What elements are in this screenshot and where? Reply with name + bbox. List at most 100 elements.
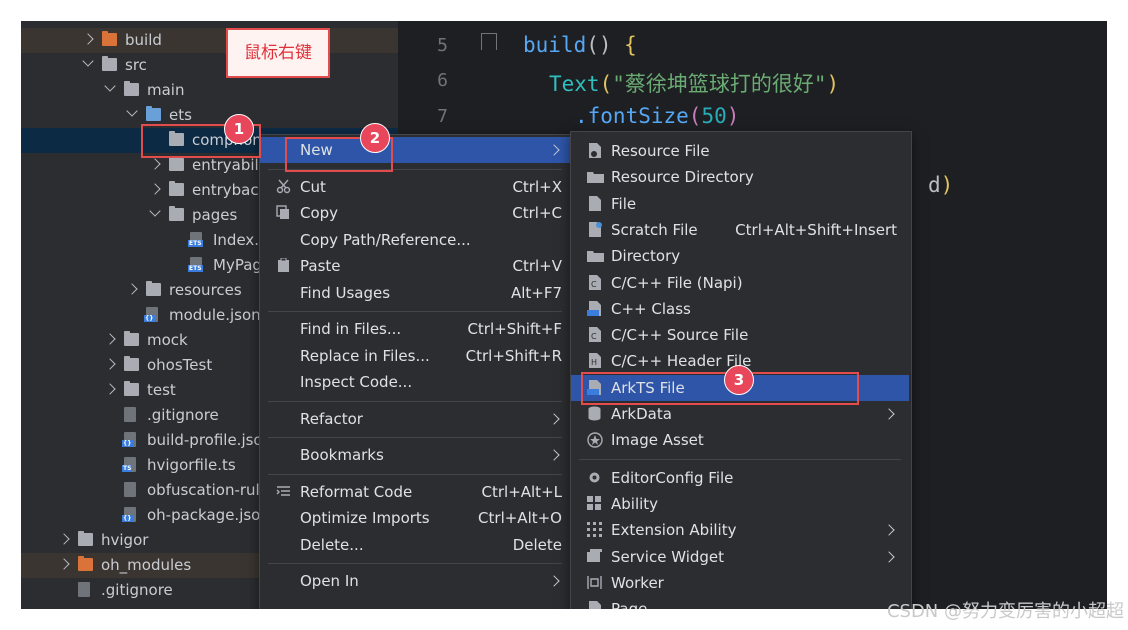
database-icon	[587, 406, 602, 421]
right-click-callout: 鼠标右键	[226, 28, 330, 78]
git-file-icon	[78, 582, 90, 597]
menu-item-delete[interactable]: Delete... Delete	[260, 532, 570, 558]
chevron-right-icon[interactable]	[149, 183, 161, 195]
chevron-right-icon	[548, 144, 560, 156]
menu-item-optimize-imports[interactable]: Optimize Imports Ctrl+Alt+O	[260, 505, 570, 531]
tree-item[interactable]: src	[21, 53, 398, 78]
menu-item-editorconfig-file[interactable]: EditorConfig File	[571, 465, 909, 491]
menu-separator	[268, 311, 562, 312]
menu-item-copy-path-reference[interactable]: Copy Path/Reference...	[260, 227, 570, 253]
menu-item-service-widget[interactable]: Service Widget	[571, 544, 909, 570]
chevron-right-icon[interactable]	[58, 558, 70, 570]
code-line: build() {	[523, 33, 637, 57]
tree-item[interactable]: build	[21, 28, 398, 53]
json-file-icon: {}	[122, 507, 136, 522]
menu-item-c-class[interactable]: C++ Class	[571, 296, 909, 322]
folder-icon	[124, 81, 139, 96]
chevron-right-icon[interactable]	[82, 33, 94, 45]
folder-icon	[587, 169, 604, 184]
chevron-right-icon	[883, 524, 895, 536]
menu-item-label: Inspect Code...	[300, 373, 413, 391]
menu-item-resource-file[interactable]: Resource File	[571, 138, 909, 164]
worker-icon	[587, 575, 602, 590]
menu-item-label: ArkData	[611, 405, 672, 423]
menu-item-bookmarks[interactable]: Bookmarks	[260, 442, 570, 468]
menu-item-shortcut: Ctrl+V	[512, 257, 562, 275]
line-number: 5	[437, 35, 448, 56]
folder-icon	[124, 381, 139, 396]
chevron-down-icon[interactable]	[126, 105, 138, 117]
tree-item-label: hvigorfile.ts	[147, 456, 236, 474]
tree-item-label: test	[147, 381, 176, 399]
chevron-down-icon[interactable]	[149, 205, 161, 217]
menu-item-inspect-code[interactable]: Inspect Code...	[260, 369, 570, 395]
step-badge-1: 1	[224, 114, 254, 144]
folder-icon	[587, 248, 604, 263]
tree-item[interactable]: main	[21, 78, 398, 103]
c-file-icon: C	[587, 274, 602, 290]
menu-item-label: EditorConfig File	[611, 468, 734, 487]
svg-text:C: C	[591, 332, 597, 341]
menu-item-label: Replace in Files...	[300, 346, 430, 365]
menu-item-find-usages[interactable]: Find Usages Alt+F7	[260, 280, 570, 306]
menu-item-scratch-file[interactable]: Scratch File Ctrl+Alt+Shift+Insert	[571, 217, 909, 243]
menu-item-paste[interactable]: Paste Ctrl+V	[260, 253, 570, 279]
tree-item-label: pages	[192, 206, 238, 224]
svg-text:H: H	[591, 358, 597, 367]
menu-item-replace-in-files[interactable]: Replace in Files... Ctrl+Shift+R	[260, 343, 570, 369]
menu-item-worker[interactable]: Worker	[571, 570, 909, 596]
menu-item-file[interactable]: File	[571, 191, 909, 217]
menu-item-resource-directory[interactable]: Resource Directory	[571, 164, 909, 190]
menu-item-reformat-code[interactable]: Reformat Code Ctrl+Alt+L	[260, 479, 570, 505]
menu-item-ability[interactable]: Ability	[571, 491, 909, 517]
chevron-down-icon[interactable]	[104, 80, 116, 92]
menu-item-shortcut: Ctrl+Alt+Shift+Insert	[735, 220, 897, 239]
tree-item-label: src	[125, 56, 147, 74]
chevron-down-icon[interactable]	[82, 55, 94, 67]
line-number: 6	[437, 70, 448, 91]
tree-item-label: .gitignore	[101, 581, 173, 599]
chevron-right-icon[interactable]	[104, 333, 116, 345]
scratch-file-icon	[587, 221, 602, 237]
menu-item-find-in-files[interactable]: Find in Files... Ctrl+Shift+F	[260, 316, 570, 342]
json-file-icon: {}	[122, 432, 136, 447]
folder-icon	[78, 556, 93, 571]
menu-item-copy[interactable]: Copy Ctrl+C	[260, 200, 570, 226]
menu-item-shortcut: Alt+F7	[510, 283, 562, 302]
folder-icon	[146, 106, 161, 121]
chevron-right-icon[interactable]	[104, 358, 116, 370]
menu-item-page[interactable]: Page	[571, 596, 909, 609]
chevron-right-icon[interactable]	[126, 283, 138, 295]
tree-item-label: module.json5	[169, 306, 271, 324]
file-icon	[587, 195, 602, 211]
c-source-icon: C	[587, 327, 602, 343]
menu-item-label: C/C++ Source File	[611, 326, 749, 345]
menu-item-c-c-file-napi[interactable]: C C/C++ File (Napi)	[571, 270, 909, 296]
menu-item-label: Bookmarks	[300, 446, 384, 464]
menu-item-label: Optimize Imports	[300, 509, 430, 527]
menu-item-extension-ability[interactable]: Extension Ability	[571, 517, 909, 543]
chevron-right-icon[interactable]	[149, 158, 161, 170]
chevron-right-icon[interactable]	[104, 383, 116, 395]
menu-item-cut[interactable]: Cut Ctrl+X	[260, 174, 570, 200]
gear-icon	[587, 470, 602, 485]
menu-item-refactor[interactable]: Refactor	[260, 406, 570, 432]
reformat-icon	[276, 484, 291, 499]
context-menu: New Cut Ctrl+X Copy Ctrl+C Copy Path/Referenc…	[259, 134, 573, 609]
menu-item-label: File	[611, 194, 637, 213]
tree-item-label: .gitignore	[147, 406, 219, 424]
menu-item-shortcut: Ctrl+X	[512, 177, 562, 196]
menu-item-label: Paste	[300, 257, 341, 275]
menu-item-directory[interactable]: Directory	[571, 243, 909, 269]
code-fragment: d)	[928, 173, 954, 197]
chevron-right-icon[interactable]	[58, 533, 70, 545]
folder-icon	[102, 31, 117, 46]
menu-item-open-in[interactable]: Open In	[260, 568, 570, 594]
fold-bookmark-icon[interactable]	[481, 33, 497, 50]
line-number: 7	[437, 106, 448, 127]
chevron-right-icon	[883, 408, 895, 420]
copy-icon	[276, 205, 291, 220]
menu-item-label: C/C++ File (Napi)	[611, 273, 743, 292]
menu-item-c-c-source-file[interactable]: C C/C++ Source File	[571, 322, 909, 348]
menu-item-image-asset[interactable]: Image Asset	[571, 427, 909, 453]
